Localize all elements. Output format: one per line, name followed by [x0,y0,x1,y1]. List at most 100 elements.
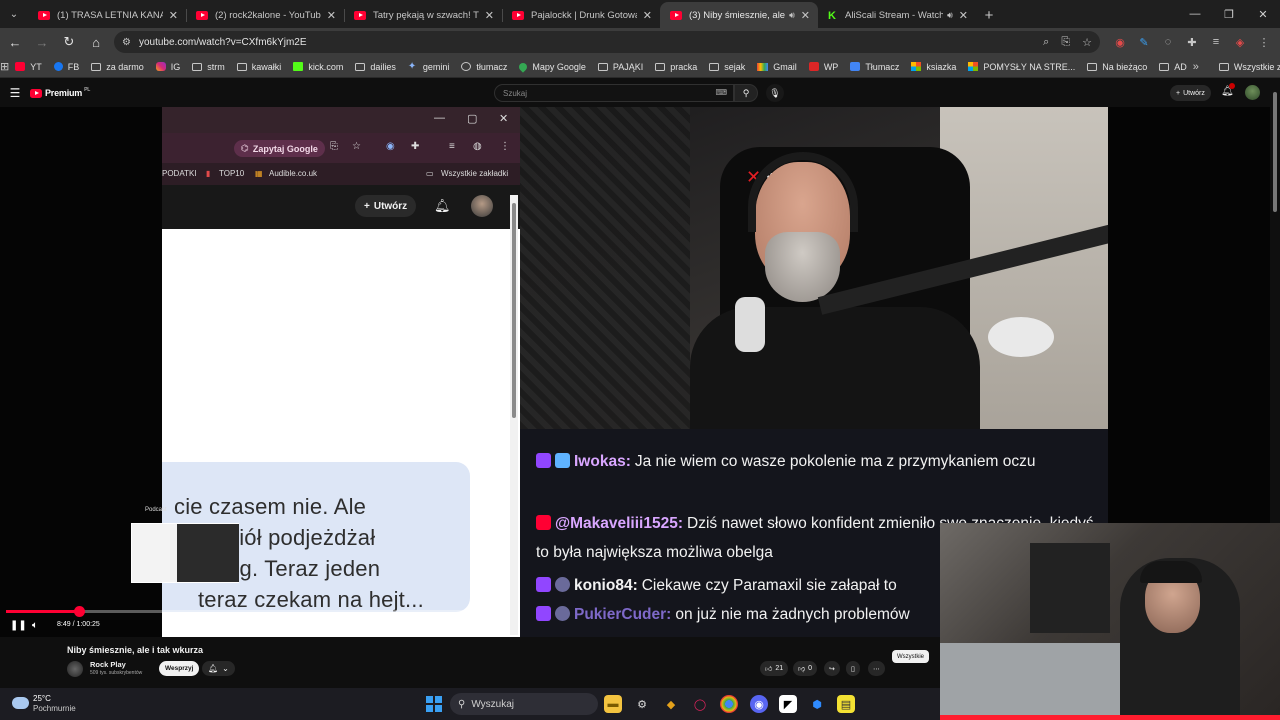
avatar[interactable] [1245,85,1260,100]
speaker-icon[interactable]: 🔊︎ [789,10,795,21]
bookmark[interactable]: Tłumacz [844,58,905,76]
bookmark-folder[interactable]: dailies [349,58,402,76]
bookmark-folder[interactable]: Na bieżąco [1081,58,1153,76]
page-scroll-thumb[interactable] [1273,92,1277,212]
extension-icon[interactable]: ◌ [1156,31,1180,53]
capcut-icon[interactable]: ◤ [779,695,797,713]
create-button[interactable]: + Utwórz [1170,85,1211,101]
extension-icon[interactable]: ✎ [1132,31,1156,53]
bookmark-folder[interactable]: pracka [649,58,703,76]
bookmark-folder[interactable]: PAJĄKI [592,58,649,76]
chat-text: Ja nie wiem co wasze pokolenie ma z przy… [634,453,1036,470]
tab-4[interactable]: Pajalockk | Drunk Gotowanie z A ✕ [502,2,660,28]
zoom-icon[interactable]: ⌕ [1043,36,1049,49]
menu-kebab-icon[interactable]: ⋮ [1252,31,1276,53]
tab-2[interactable]: (2) rock2kalone - YouTube ✕ [186,2,344,28]
translate-icon [850,62,861,71]
bookmark-folder[interactable]: za darmo [85,58,150,76]
address-bar[interactable]: ⚙ youtube.com/watch?v=CXfm6kYjm2E ⌕ ⎘ ☆ [114,31,1100,53]
cloud-icon[interactable] [12,697,29,709]
volume-icon[interactable]: 🔈︎ [32,620,38,631]
close-icon[interactable]: ✕ [485,9,494,22]
bookmark[interactable]: kick.com [287,58,349,76]
opera-icon[interactable]: ◯ [691,695,709,713]
back-icon[interactable]: ← [3,30,27,54]
close-icon[interactable]: ✕ [801,9,810,22]
site-info-icon[interactable]: ⚙ [122,37,131,48]
record-icon[interactable]: ◉ [1108,31,1132,53]
bookmark[interactable]: POMYSŁY NA STRE... [962,58,1081,76]
tab-6[interactable]: AliScali Stream - Watch Live🔊︎ ✕ [818,2,976,28]
more-actions-button[interactable]: ⋯ [868,661,885,676]
brave-icon[interactable]: ◆ [662,695,680,713]
tab-1[interactable]: (1) TRASA LETNIA KANAŁU ZERO ✕ [28,2,186,28]
app-icon[interactable]: ⬢ [808,695,826,713]
weather-temperature[interactable]: 25°C [33,694,51,703]
close-icon[interactable]: ✕ [169,9,178,22]
tab-search-chevron-icon[interactable]: ⌄ [0,0,28,28]
close-icon[interactable]: ✕ [327,9,336,22]
subscribe-bell-button[interactable]: 🔔︎ ⌄ [202,661,235,676]
progress-bar[interactable] [6,606,506,617]
discord-icon[interactable]: ◉ [750,695,768,713]
bookmark-star-icon[interactable]: ☆ [1082,36,1092,49]
settings-gear-icon[interactable]: ⚙ [633,695,651,713]
speaker-icon[interactable]: 🔊︎ [947,10,953,21]
bookmark-folder[interactable]: sejak [703,58,751,76]
channel-name[interactable]: Rock Play [90,660,126,669]
close-window-icon[interactable]: ✕ [1246,0,1280,28]
youtube-logo[interactable]: Premium PL [30,87,90,98]
scrubber-handle[interactable] [74,606,85,617]
minimize-icon[interactable]: — [1178,0,1212,28]
new-tab-button[interactable]: + [976,2,1002,28]
bookmark-folder[interactable]: kawałki [231,58,288,76]
media-control-icon[interactable]: ≡ [1204,31,1228,53]
search-input[interactable]: Szukaj ⌨ [494,84,734,102]
pause-icon[interactable]: ❚❚ [10,620,27,631]
windows-start-icon[interactable] [426,696,442,712]
chip-all[interactable]: Wszystkie [892,650,929,663]
bookmark-folder[interactable]: AD [1153,58,1193,76]
close-icon[interactable]: ✕ [643,9,652,22]
bookmark[interactable]: FB [48,58,86,76]
folder-icon [192,62,203,71]
bookmark[interactable]: YT [9,58,48,76]
home-icon[interactable]: ⌂ [84,30,108,54]
weather-description[interactable]: Pochmurnie [33,704,76,713]
dislike-button[interactable]: 👎︎ 0 [793,661,818,676]
search-icon[interactable]: ⚲ [734,84,758,102]
reload-icon[interactable]: ↻ [57,30,81,54]
forward-icon[interactable]: → [30,30,54,54]
like-button[interactable]: 👍︎ 21 [760,661,789,676]
keyboard-icon[interactable]: ⌨ [715,88,727,97]
url-text[interactable]: youtube.com/watch?v=CXfm6kYjm2E [139,37,1031,48]
bookmark-folder[interactable]: strm [186,58,231,76]
bookmark[interactable]: WP [803,58,845,76]
channel-avatar[interactable] [67,661,83,677]
file-explorer-icon[interactable]: ▬ [604,695,622,713]
close-icon[interactable]: ✕ [959,9,968,22]
restore-icon[interactable]: ❐ [1212,0,1246,28]
bookmark[interactable]: ✦ gemini [402,58,456,76]
chevron-right-icon[interactable]: » [1193,61,1199,73]
sticky-notes-icon[interactable]: ▤ [837,695,855,713]
extensions-puzzle-icon[interactable]: ✚ [1180,31,1204,53]
apps-grid-icon[interactable]: ⊞ [0,60,9,73]
save-button[interactable]: ▯ [846,661,860,676]
bookmark[interactable]: ksiazka [905,58,962,76]
taskbar-search[interactable]: ⚲ Wyszukaj [450,693,598,715]
profile-icon[interactable]: ◈ [1228,31,1252,53]
bookmark[interactable]: tłumacz [455,58,513,76]
bookmark[interactable]: Gmail [751,58,803,76]
chrome-icon[interactable] [720,695,738,713]
bookmark[interactable]: IG [150,58,187,76]
tab-3[interactable]: Tatry pękają w szwach! Tłumy tu ✕ [344,2,502,28]
support-button[interactable]: Wesprzyj [159,661,200,676]
microphone-icon[interactable]: 🎙︎ [766,84,784,102]
all-bookmarks-folder[interactable]: Wszystkie zakładki [1213,58,1280,76]
tab-5-active[interactable]: (3) Niby śmiesznie, ale i tak🔊︎ ✕ [660,2,818,28]
share-button[interactable]: ↪ [824,661,840,676]
hamburger-menu-icon[interactable]: ☰ [0,86,30,100]
install-app-icon[interactable]: ⎘ [1061,36,1070,49]
bookmark[interactable]: Mapy Google [513,58,592,76]
